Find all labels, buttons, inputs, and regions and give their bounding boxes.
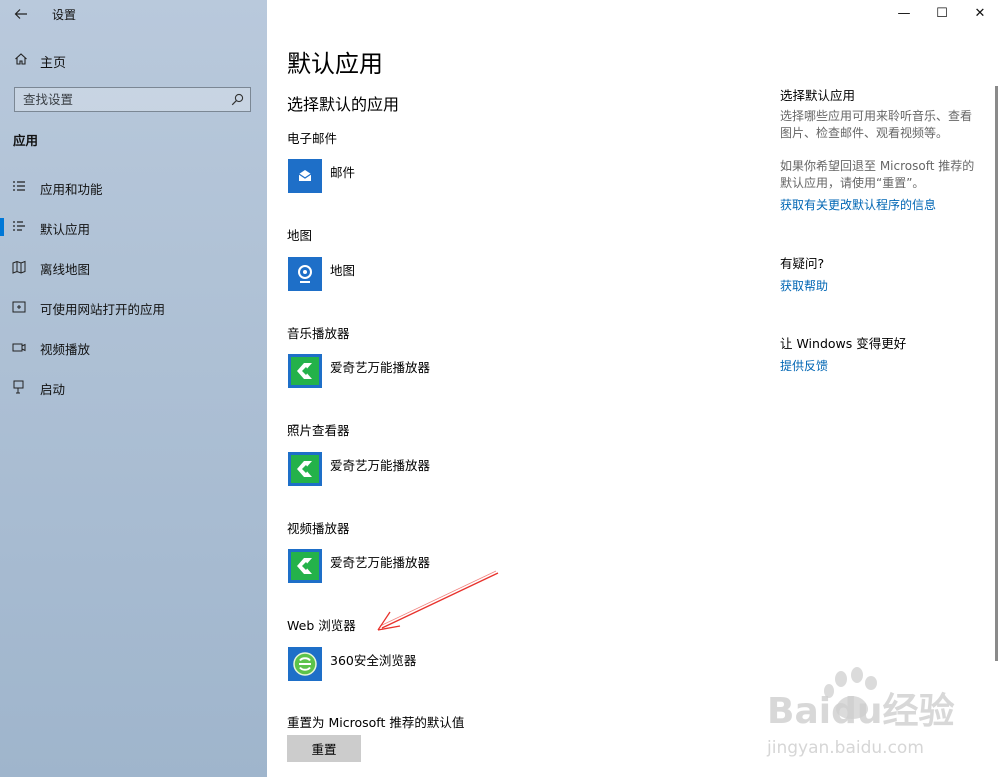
annotation-arrow — [377, 570, 499, 631]
sidebar-item-label: 可使用网站打开的应用 — [40, 302, 166, 317]
sidebar-item-label: 视频播放 — [40, 342, 91, 357]
close-button[interactable]: ✕ — [957, 0, 1000, 28]
category-label-maps: 地图 — [287, 228, 313, 243]
more-info-link[interactable]: 获取有关更改默认程序的信息 — [780, 196, 985, 213]
sidebar-item-home[interactable]: 主页 — [0, 46, 267, 74]
mail-icon — [288, 159, 322, 193]
home-icon — [15, 53, 27, 65]
sidebar-section-title: 应用 — [13, 133, 39, 148]
reset-hint-line: 默认应用，请使用“重置”。 — [780, 176, 925, 190]
sidebar-item-apps-features[interactable]: 应用和功能 — [0, 170, 267, 204]
category-label-web-browser: Web 浏览器 — [287, 618, 356, 633]
sidebar-item-default-apps[interactable]: 默认应用 — [0, 210, 267, 244]
default-app-photos[interactable]: 爱奇艺万能播放器 — [288, 452, 588, 486]
help-description: 选择哪些应用可用来聆听音乐、查看 图片、检查邮件、观看视频等。 — [780, 108, 985, 142]
get-help-link[interactable]: 获取帮助 — [780, 277, 985, 294]
iqiyi-icon — [288, 354, 322, 388]
sidebar-item-label: 应用和功能 — [40, 182, 103, 197]
category-label-email: 电子邮件 — [287, 131, 338, 146]
maps-icon — [288, 257, 322, 291]
map-icon — [12, 260, 26, 274]
search-box — [14, 87, 251, 112]
watermark-logo-text: Baidu经验 — [767, 691, 954, 732]
reset-button[interactable]: 重置 — [287, 735, 361, 762]
page-title: 默认应用 — [287, 50, 383, 78]
sidebar-item-label: 默认应用 — [40, 222, 91, 237]
iqiyi-icon — [288, 452, 322, 486]
titlebar: 设置 — [0, 0, 267, 30]
category-label-photos: 照片查看器 — [287, 423, 350, 438]
app-name: 爱奇艺万能播放器 — [330, 360, 431, 375]
default-app-maps[interactable]: 地图 — [288, 257, 588, 291]
default-apps-icon — [13, 221, 25, 231]
search-input[interactable] — [23, 91, 223, 108]
app-name: 地图 — [330, 263, 356, 278]
web-app-icon — [12, 301, 26, 313]
search-icon[interactable] — [231, 93, 244, 106]
minimize-icon: — — [897, 6, 911, 21]
sidebar-item-video-playback[interactable]: 视频播放 — [0, 330, 267, 364]
default-app-music[interactable]: 爱奇艺万能播放器 — [288, 354, 588, 388]
360-browser-icon — [288, 647, 322, 681]
startup-icon — [13, 380, 24, 394]
window-title: 设置 — [52, 8, 77, 22]
close-icon: ✕ — [974, 6, 986, 21]
default-app-web-browser[interactable]: 360安全浏览器 — [288, 647, 588, 681]
questions-title: 有疑问? — [780, 256, 825, 271]
sidebar: 设置 主页 应用 应用和功能 默认应用 离线地图 可使用网站打开的应用 视频播放… — [0, 0, 267, 777]
baidu-watermark: Baidu经验 jingyan.baidu.com — [765, 665, 985, 765]
sidebar-item-label: 主页 — [40, 56, 67, 71]
maximize-icon: ☐ — [936, 6, 948, 21]
default-app-email[interactable]: 邮件 — [288, 159, 588, 193]
sidebar-item-startup[interactable]: 启动 — [0, 370, 267, 404]
help-section-title: 选择默认应用 — [780, 88, 856, 103]
reset-hint: 如果你希望回退至 Microsoft 推荐的 默认应用，请使用“重置”。 — [780, 158, 985, 192]
scrollbar[interactable] — [995, 86, 998, 661]
help-description-line: 图片、检查邮件、观看视频等。 — [780, 126, 949, 140]
sidebar-item-web-apps[interactable]: 可使用网站打开的应用 — [0, 290, 267, 324]
app-name: 邮件 — [330, 165, 356, 180]
help-description-line: 选择哪些应用可用来聆听音乐、查看 — [780, 109, 973, 123]
category-label-video: 视频播放器 — [287, 521, 350, 536]
iqiyi-icon — [288, 549, 322, 583]
sidebar-item-label: 离线地图 — [40, 262, 91, 277]
category-label-music: 音乐播放器 — [287, 326, 350, 341]
app-name: 360安全浏览器 — [330, 653, 417, 668]
back-arrow-icon — [14, 9, 27, 19]
reset-label: 重置为 Microsoft 推荐的默认值 — [287, 715, 465, 730]
sidebar-item-label: 启动 — [40, 382, 66, 397]
sidebar-item-offline-maps[interactable]: 离线地图 — [0, 250, 267, 284]
reset-hint-line: 如果你希望回退至 Microsoft 推荐的 — [780, 159, 975, 173]
baidu-paw-logo: Baidu经验 jingyan.baidu.com — [766, 667, 954, 758]
video-icon — [12, 343, 26, 352]
apps-list-icon — [13, 181, 25, 191]
page-subtitle: 选择默认的应用 — [287, 95, 400, 114]
back-button[interactable] — [12, 5, 30, 23]
feedback-link[interactable]: 提供反馈 — [780, 357, 985, 374]
feedback-title: 让 Windows 变得更好 — [780, 336, 907, 351]
app-name: 爱奇艺万能播放器 — [330, 458, 431, 473]
watermark-url: jingyan.baidu.com — [766, 738, 924, 758]
